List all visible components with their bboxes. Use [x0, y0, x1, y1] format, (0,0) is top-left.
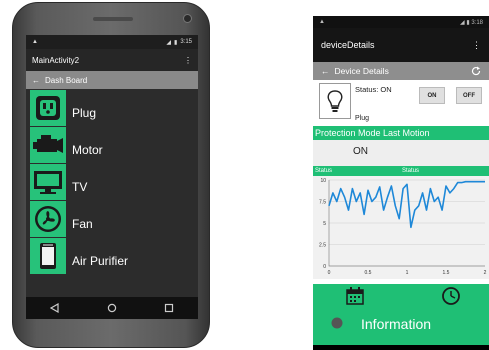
- sub-toolbar: ← Device Details: [313, 62, 489, 80]
- status-time: 3:18: [471, 19, 483, 26]
- signal-icon: ◢: [166, 39, 171, 46]
- device-label: Fan: [72, 217, 93, 231]
- speaker-grille: [93, 17, 133, 21]
- y-tick-label: 10: [320, 178, 326, 184]
- device-item-fan[interactable]: Fan: [26, 201, 198, 237]
- home-nav-icon[interactable]: [107, 303, 117, 313]
- app-bar: MainActivity2 ⋮: [26, 49, 198, 71]
- series-line: [328, 180, 485, 229]
- notification-icon: ▲: [319, 19, 325, 25]
- bulb-icon: [319, 83, 351, 119]
- device-item-motor[interactable]: Motor: [26, 127, 198, 163]
- device-item-tv[interactable]: TV: [26, 164, 198, 200]
- protection-mode-label: Protection Mode Last Motion: [315, 128, 430, 138]
- motor-icon: [30, 127, 66, 163]
- protection-mode-panel: ON: [313, 140, 489, 166]
- bottom-panel: Information: [313, 284, 489, 346]
- overflow-menu-icon[interactable]: ⋮: [184, 56, 192, 65]
- calendar-icon[interactable]: [345, 286, 365, 306]
- right-phone-screen: ▲ ◢ ▮ 3:18 deviceDetails ⋮ ← Device Deta…: [313, 16, 489, 350]
- back-arrow-icon[interactable]: ←: [321, 66, 330, 76]
- information-label: Information: [361, 316, 432, 332]
- device-name: Plug: [355, 115, 370, 122]
- nav-bar: [313, 345, 489, 350]
- status-bar: ▲ ◢ ▮ 3:18: [313, 16, 489, 28]
- tv-icon: [30, 164, 66, 200]
- device-list: Plug Motor TV Fan Air Purifier: [26, 89, 198, 274]
- y-tick-label: 2.5: [319, 243, 326, 249]
- device-status-text: Status: ON: [355, 85, 392, 94]
- front-camera: [183, 14, 192, 23]
- app-bar: deviceDetails ⋮: [313, 28, 489, 62]
- protection-mode-value: ON: [353, 146, 368, 157]
- off-button[interactable]: OFF: [456, 87, 482, 104]
- device-summary: Status: ON Plug ON OFF: [313, 80, 489, 126]
- recents-nav-icon[interactable]: [164, 303, 174, 313]
- device-label: Air Purifier: [72, 254, 129, 268]
- app-title: MainActivity2: [32, 55, 80, 65]
- on-button[interactable]: ON: [419, 87, 445, 104]
- nav-bar: [26, 297, 198, 319]
- status-label-right: Status: [402, 168, 420, 174]
- page-title: Device Details: [334, 66, 389, 76]
- clock-icon[interactable]: [441, 286, 461, 306]
- back-nav-icon[interactable]: [49, 303, 60, 313]
- fan-icon: [30, 201, 66, 237]
- left-phone-screen: ▲ ◢ ▮ 3:15 MainActivity2 ⋮ ← Dash Board: [26, 35, 198, 319]
- status-label-left: Status: [315, 168, 333, 174]
- line-chart: 10 7.5 5 2.5 00 0.5 1 1.5 2: [319, 178, 487, 276]
- status-bar: ▲ ◢ ▮ 3:15: [26, 35, 198, 49]
- y-tick-label: 0: [323, 264, 326, 270]
- device-label: TV: [72, 180, 88, 194]
- refresh-icon[interactable]: [471, 66, 481, 76]
- x-tick-label: 2: [484, 270, 487, 276]
- sub-toolbar: ← Dash Board: [26, 71, 198, 89]
- x-tick-label: 0.5: [365, 270, 372, 276]
- battery-icon: ▮: [466, 19, 470, 26]
- y-tick-label: 5: [323, 221, 326, 227]
- info-icon: [331, 317, 343, 329]
- x-tick-label: 1.5: [443, 270, 450, 276]
- left-phone-frame: ▲ ◢ ▮ 3:15 MainActivity2 ⋮ ← Dash Board: [12, 2, 210, 348]
- x-tick-label: 1: [406, 270, 409, 276]
- page-title: Dash Board: [45, 75, 88, 85]
- air-purifier-icon: [30, 238, 66, 274]
- device-item-plug[interactable]: Plug: [26, 90, 198, 126]
- protection-mode-bar: Protection Mode Last Motion: [313, 126, 489, 140]
- app-title: deviceDetails: [321, 40, 375, 50]
- signal-icon: ◢: [460, 19, 465, 26]
- notification-icon: ▲: [32, 39, 38, 45]
- plug-icon: [30, 90, 66, 126]
- device-label: Motor: [72, 143, 103, 157]
- device-label: Plug: [72, 106, 97, 120]
- y-tick-label: 7.5: [319, 200, 326, 206]
- battery-icon: ▮: [174, 39, 178, 46]
- status-time: 3:15: [180, 39, 192, 45]
- overflow-menu-icon[interactable]: ⋮: [472, 40, 481, 51]
- device-item-air-purifier[interactable]: Air Purifier: [26, 238, 198, 274]
- status-label-bar: Status Status: [313, 166, 489, 176]
- back-arrow-icon[interactable]: ←: [32, 76, 40, 85]
- x-tick-label: 0: [328, 270, 331, 276]
- status-chart: 10 7.5 5 2.5 0 0 0.5 1 1.5 2: [313, 176, 489, 279]
